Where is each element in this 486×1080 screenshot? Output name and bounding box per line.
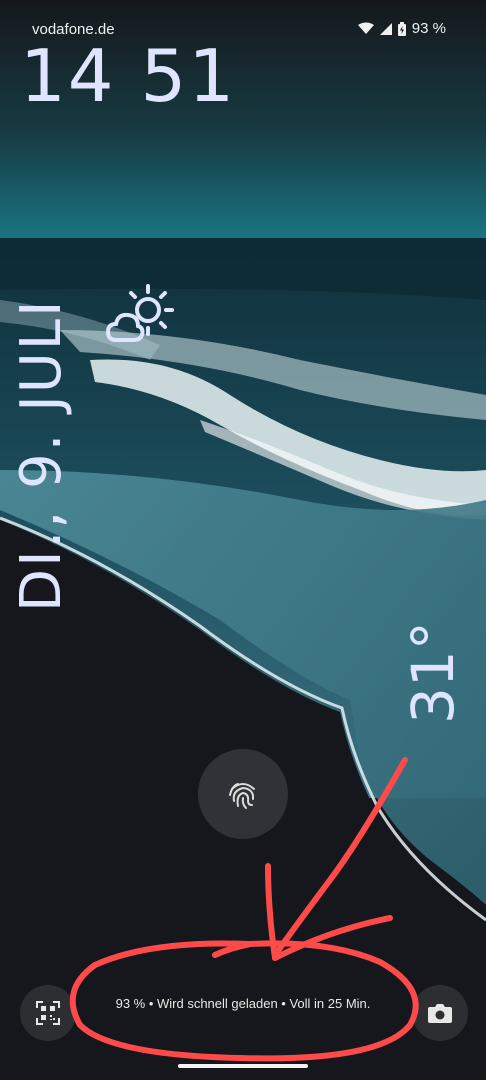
temperature-container: 31° [399, 621, 467, 724]
status-icons: 93 % [357, 20, 446, 37]
lockscreen-date[interactable]: DI., 9. JULI [9, 299, 74, 613]
qr-code-scanner-icon [36, 1001, 60, 1025]
wifi-icon [357, 22, 374, 35]
partly-cloudy-icon[interactable] [104, 282, 174, 346]
battery-percent: 93 % [411, 20, 446, 37]
lockscreen-clock: 14 51 [20, 34, 237, 118]
date-container: DI., 9. JULI [9, 299, 74, 613]
fingerprint-sensor[interactable] [198, 749, 288, 839]
gesture-nav-handle[interactable] [178, 1064, 308, 1068]
temperature[interactable]: 31° [399, 621, 467, 724]
lock-screen: vodafone.de 93 % 14 51 DI., 9. JULI 31° … [0, 0, 486, 1080]
charging-status: 93 % • Wird schnell geladen • Voll in 25… [115, 996, 371, 1011]
battery-charging-icon [397, 21, 406, 36]
cell-signal-icon [379, 22, 392, 35]
camera-icon [428, 1004, 452, 1023]
fingerprint-icon [229, 783, 255, 809]
qr-scanner-button[interactable] [20, 985, 76, 1041]
camera-button[interactable] [412, 985, 468, 1041]
